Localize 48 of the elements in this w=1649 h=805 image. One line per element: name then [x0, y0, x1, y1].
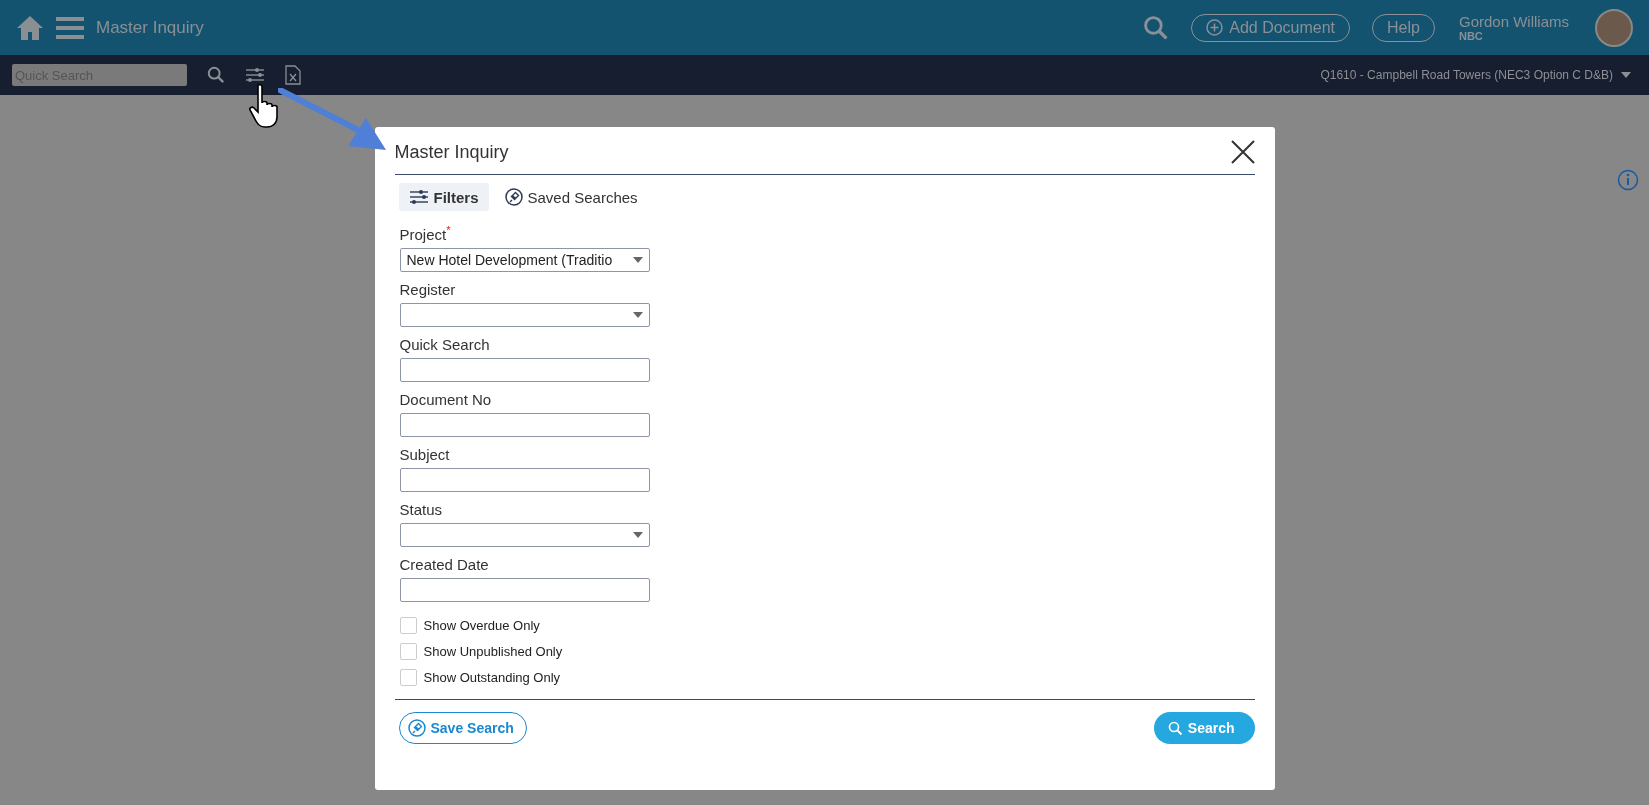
plus-circle-icon: [1206, 19, 1224, 36]
checkbox-label: Show Unpublished Only: [423, 644, 563, 659]
close-icon[interactable]: [1230, 140, 1255, 164]
field-label: Register: [399, 281, 457, 298]
search-icon: [207, 66, 225, 84]
field-label: Subject: [399, 446, 451, 463]
input-field[interactable]: [399, 468, 650, 492]
checkbox[interactable]: [399, 617, 417, 634]
dropdown-caret-icon: [1621, 72, 1631, 78]
input-field[interactable]: [399, 358, 650, 382]
checkbox-label: Show Outstanding Only: [423, 670, 561, 685]
select-field[interactable]: [399, 523, 650, 547]
pin-icon: [504, 188, 523, 206]
checkbox-label: Show Overdue Only: [423, 618, 540, 633]
menu-icon[interactable]: [56, 16, 84, 39]
select-field[interactable]: [399, 303, 650, 327]
required-mark: *: [446, 224, 451, 236]
dropdown-caret-icon: [632, 312, 643, 318]
info-icon[interactable]: [1617, 169, 1639, 191]
checkbox[interactable]: [399, 669, 417, 686]
input-field[interactable]: [399, 413, 650, 437]
field-label: Document No: [399, 391, 493, 408]
dialog-tab[interactable]: Saved Searches: [494, 183, 648, 211]
dialog-title: Master Inquiry: [394, 141, 509, 163]
checkbox[interactable]: [399, 643, 417, 660]
dropdown-caret-icon: [632, 257, 643, 263]
page-title: Master Inquiry: [96, 17, 204, 38]
user-name: Gordon Williams: [1458, 13, 1569, 30]
sliders-icon: [408, 189, 429, 205]
field-label: Status: [399, 501, 444, 518]
search-icon: [1167, 720, 1183, 736]
input-field[interactable]: [399, 578, 650, 602]
field-label: Project$^{*}$: [399, 224, 452, 243]
user-avatar[interactable]: [1595, 8, 1633, 47]
field-label: Quick Search: [399, 336, 491, 353]
filter-sliders-icon: [245, 67, 265, 83]
home-icon[interactable]: [16, 14, 44, 41]
user-organisation: NBC: [1458, 30, 1484, 42]
excel-file-icon[interactable]: [285, 65, 301, 85]
dropdown-caret-icon: [632, 532, 643, 538]
search-icon: [1143, 14, 1170, 41]
select-field[interactable]: New Hotel Development (Traditio: [399, 248, 650, 272]
save-search-button[interactable]: Save Search: [398, 712, 527, 744]
field-label: Created Date: [399, 556, 490, 573]
project-selector[interactable]: Q1610 - Campbell Road Towers (NEC3 Option C D&B): [1320, 68, 1637, 82]
dialog-tab[interactable]: Filters: [398, 183, 489, 211]
pin-icon: [407, 719, 426, 737]
search-button[interactable]: Search: [1153, 712, 1255, 744]
